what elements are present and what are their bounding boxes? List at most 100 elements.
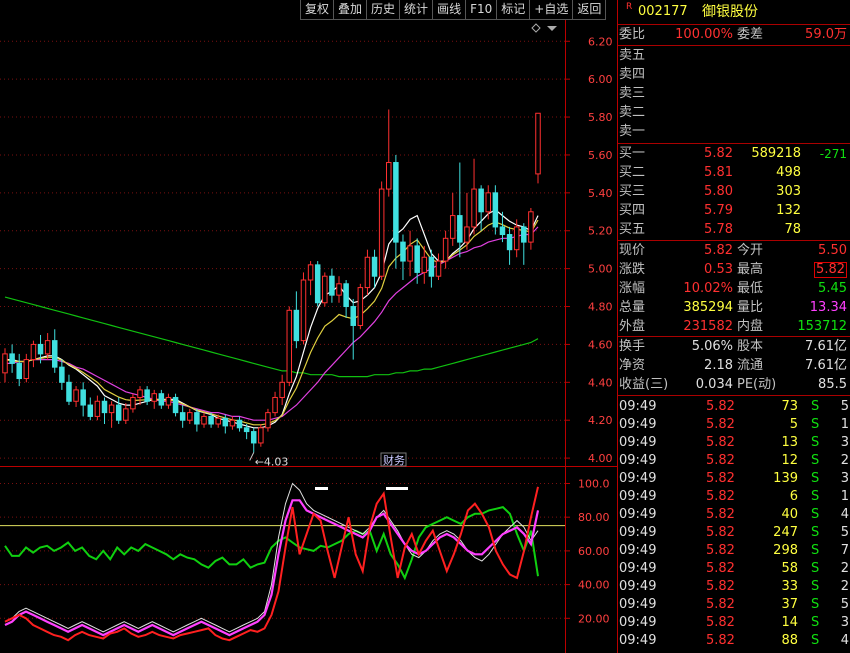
candle-down [59,366,65,383]
tick-row[interactable]: 09:49 5.82 58 S 2 [618,560,850,578]
candle-down [350,306,356,326]
diff-value: 59.0万 [805,27,847,42]
tick-row[interactable]: 09:49 5.82 73 S 5 [618,398,850,416]
tick-row[interactable]: 09:49 5.82 5 S 1 [618,416,850,434]
toolbar-button-0[interactable]: 复权 [300,0,334,20]
tick-time: 09:49 [619,561,657,576]
tick-side: S [811,507,820,522]
toolbar: 复权 叠加 历史 统计 画线 F10 标记 +自选 返回 [300,0,615,20]
tick-side: S [811,435,820,450]
toolbar-button-2[interactable]: 历史 [366,0,400,20]
candle-up [322,275,328,304]
candle-down [492,192,499,228]
candle-up [2,353,8,374]
bid-row: 买一 5.82 589218 -271 [618,145,850,163]
tick-row[interactable]: 09:49 5.82 298 S 7 [618,542,850,560]
tick-row[interactable]: 09:49 5.82 33 S 2 [618,578,850,596]
price-tick-label: 5.40 [588,187,613,200]
candle-down [478,188,484,213]
quote-value: 5.82 [814,262,847,278]
stats-value: 0.034 [695,377,733,392]
ratio-value: 100.00% [675,27,733,42]
toolbar-button-5[interactable]: F10 [465,0,497,20]
tick-count: 5 [840,597,849,612]
quote-row: 现价 5.82 今开 5.50 [618,242,850,260]
tick-time: 09:49 [619,525,657,540]
candle-up [215,417,221,425]
tick-time: 09:49 [619,489,657,504]
tick-price: 5.82 [706,435,735,450]
bid-row: 买三 5.80 303 [618,183,850,201]
tick-volume: 6 [789,489,798,504]
chart-area[interactable]: 6.20 6.00 5.80 5.60 5.40 5.20 5.00 4.80 4.60 4.40… [0,20,617,653]
tick-price: 5.82 [706,561,735,576]
tick-side: S [811,579,820,594]
tick-count: 3 [840,435,849,450]
tick-row[interactable]: 09:49 5.82 14 S 3 [618,614,850,632]
toolbar-button-3[interactable]: 统计 [399,0,433,20]
toolbar-button-1[interactable]: 叠加 [333,0,367,20]
stats-label: 流通 [737,358,764,373]
candle-down [457,215,463,243]
tick-row[interactable]: 09:49 5.82 139 S 3 [618,470,850,488]
candle-down [80,389,86,406]
price-tick-label: 4.80 [588,301,613,314]
tick-row[interactable]: 09:49 5.82 6 S 1 [618,488,850,506]
low-marker-label: ←4.03 [255,455,289,468]
tick-row[interactable]: 09:49 5.82 12 S 2 [618,452,850,470]
quote-label: 内盘 [737,319,764,334]
diff-label: 委差 [737,27,764,42]
tick-time: 09:49 [619,597,657,612]
tick-time: 09:49 [619,417,657,432]
quote-label: 量比 [737,300,764,315]
toolbar-button-4[interactable]: 画线 [432,0,466,20]
tick-count: 4 [840,507,849,522]
toolbar-button-7[interactable]: +自选 [529,0,573,20]
candle-up [108,404,115,414]
quote-value: 385294 [683,300,733,315]
tick-price: 5.82 [706,471,735,486]
candle-up [137,389,143,398]
tick-side: S [811,399,820,414]
price-tick-label: 4.40 [588,376,613,389]
tick-volume: 13 [781,435,798,450]
tick-volume: 40 [781,507,798,522]
candle-up [94,400,101,417]
price-chart[interactable]: 6.20 6.00 5.80 5.60 5.40 5.20 5.00 4.80 4.60 4.40… [0,20,617,653]
ask-label: 卖四 [619,67,646,82]
candle-down [16,362,22,380]
tick-time: 09:49 [619,453,657,468]
tick-volume: 73 [781,399,798,414]
tick-side: S [811,615,820,630]
tick-row[interactable]: 09:49 5.82 37 S 5 [618,596,850,614]
quote-value: 5.50 [818,243,847,258]
candle-down [393,162,399,243]
tick-price: 5.82 [706,417,735,432]
tick-volume: 33 [781,579,798,594]
osc-white-line [4,482,539,633]
tick-row[interactable]: 09:49 5.82 40 S 4 [618,506,850,524]
bid-volume: 498 [776,165,801,180]
toolbar-button-8[interactable]: 返回 [572,0,607,20]
stats-label: 收益(三) [619,377,669,392]
tick-price: 5.82 [706,525,735,540]
candle-up [286,309,293,383]
tick-volume: 14 [781,615,798,630]
tick-count: 2 [840,579,849,594]
tick-row[interactable]: 09:49 5.82 13 S 3 [618,434,850,452]
candle-down [428,256,435,277]
candle-up [442,237,449,262]
tick-row[interactable]: 09:49 5.82 247 S 5 [618,524,850,542]
tick-row[interactable]: 09:49 5.82 88 S 4 [618,632,850,650]
candle-down [414,245,420,273]
tick-count: 1 [840,489,849,504]
bid-price: 5.81 [704,165,733,180]
quote-label: 涨跌 [619,262,646,277]
toolbar-button-6[interactable]: 标记 [496,0,530,20]
finance-badge: 财务 [383,453,405,467]
candle-down [343,283,349,308]
price-tick-label: 4.20 [588,414,613,427]
candle-down [506,234,513,251]
candle-up [407,245,413,262]
ratio-label: 委比 [619,27,646,42]
